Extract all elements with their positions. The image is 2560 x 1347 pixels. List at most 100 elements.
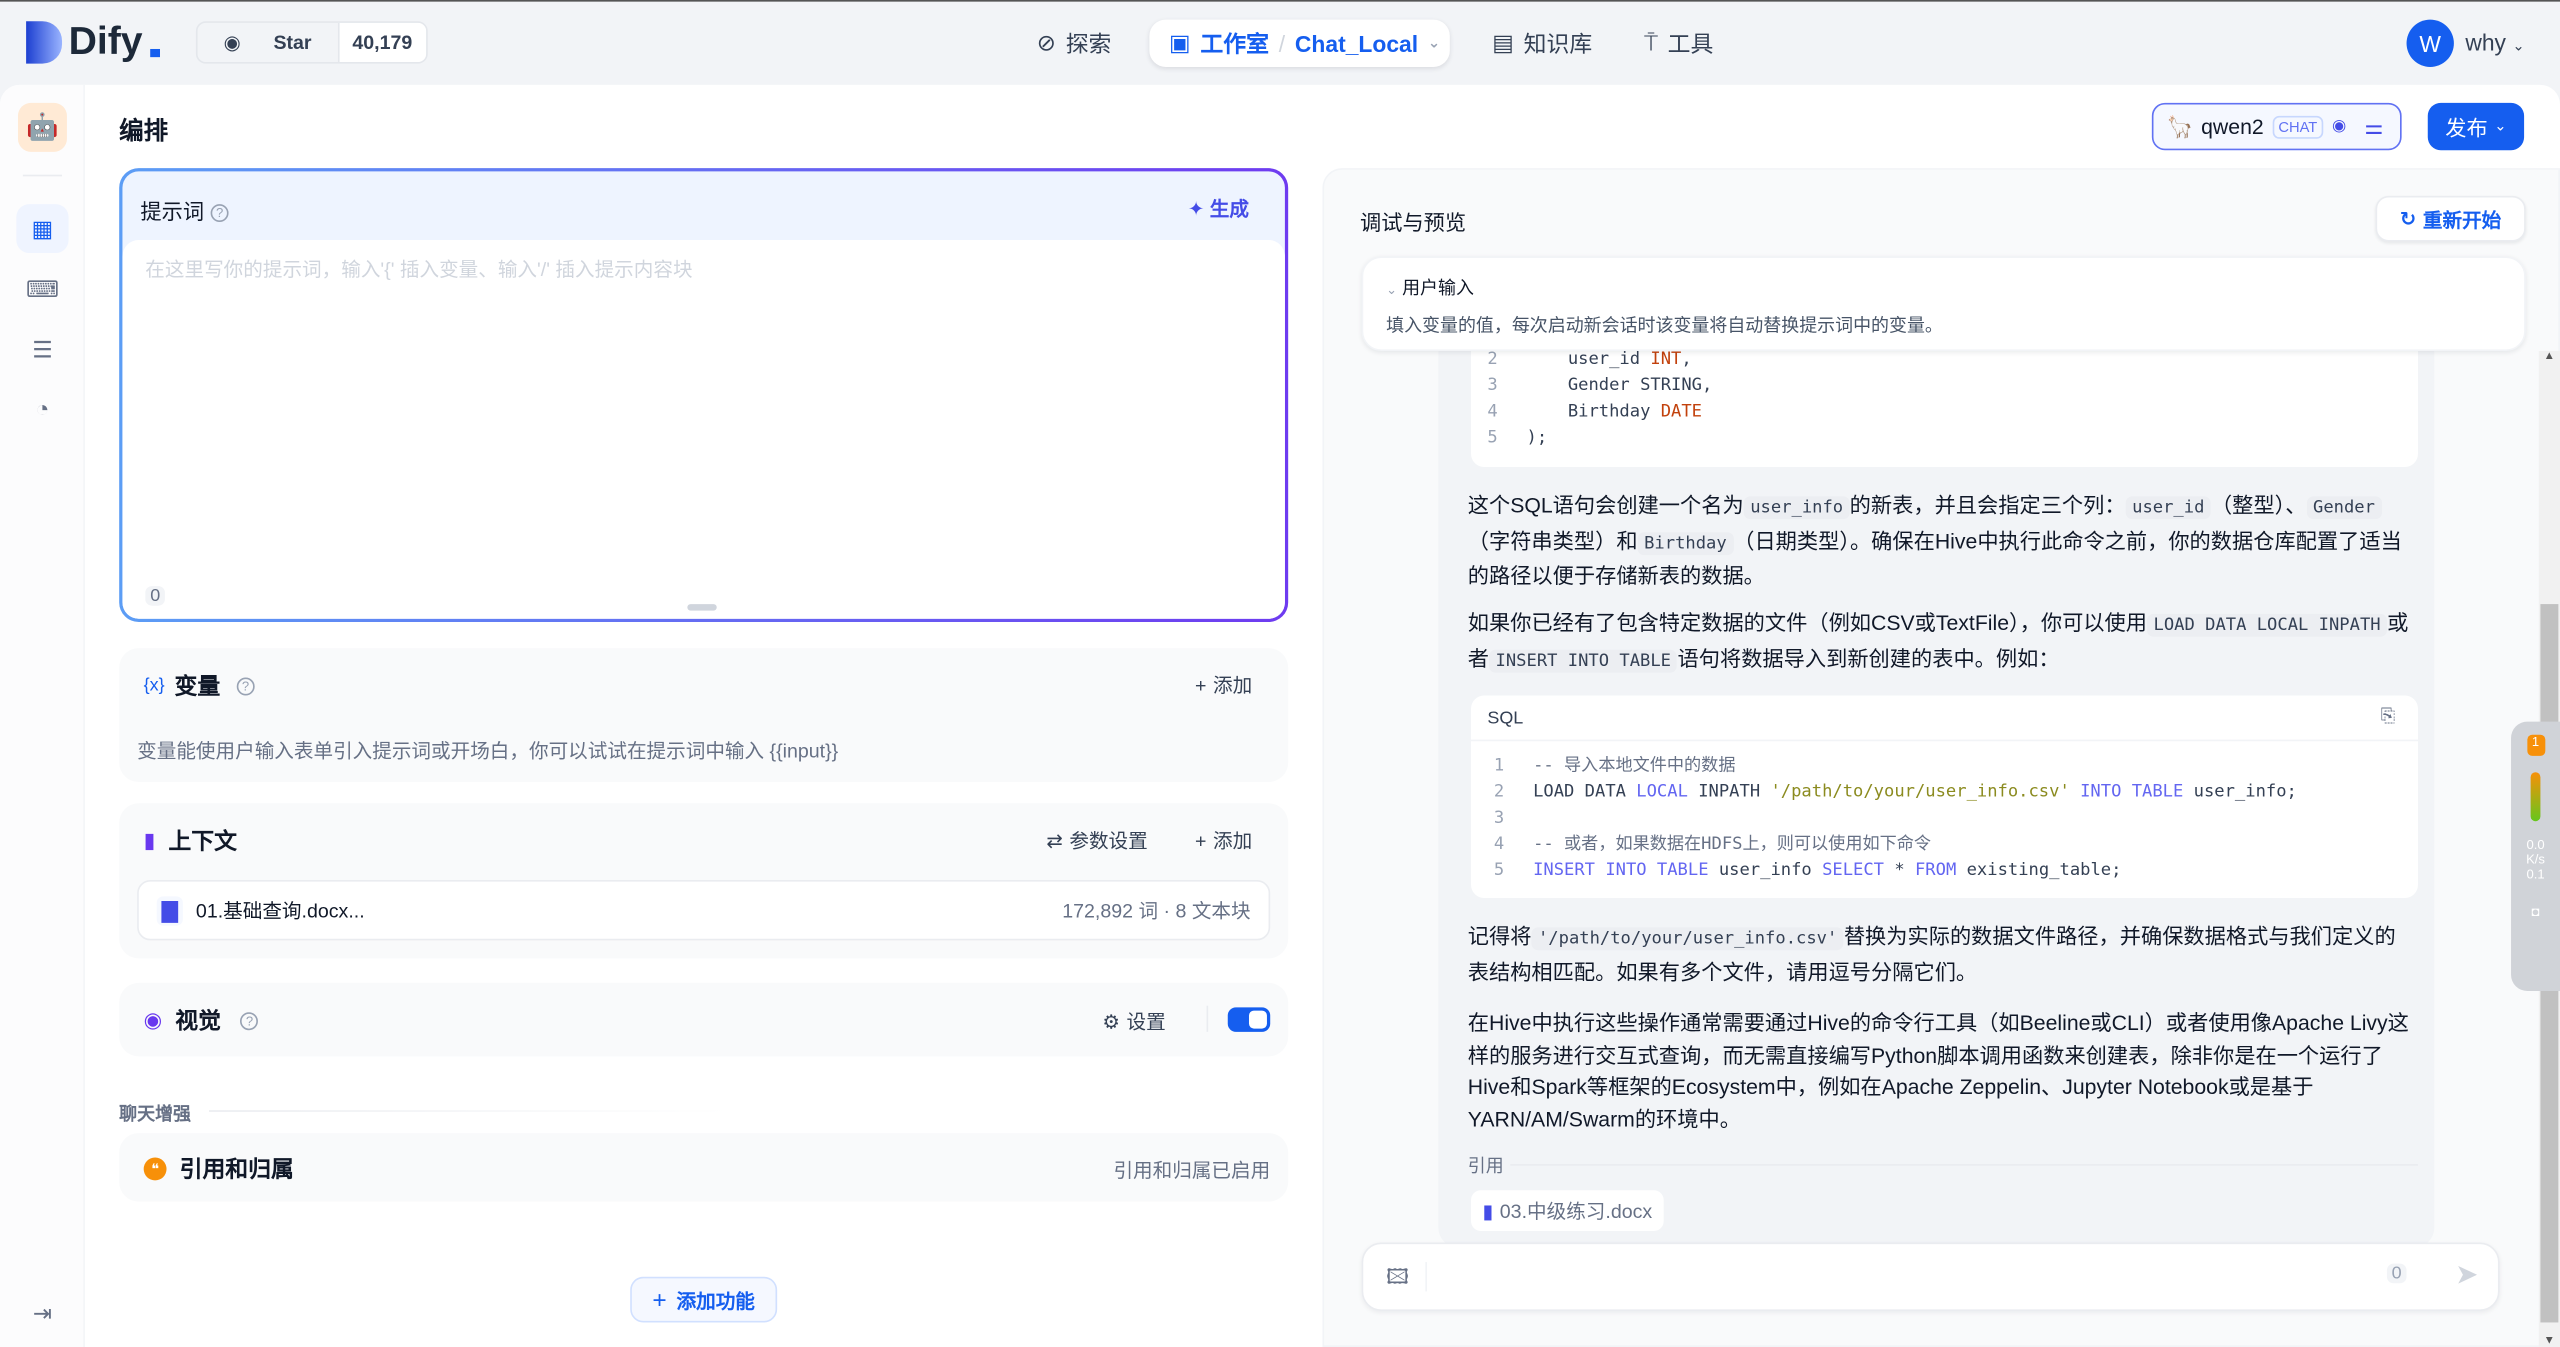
code-line: 1 -- 导入本地文件中的数据 [1494, 753, 2418, 779]
image-upload-icon[interactable]: 🖾 [1386, 1262, 1409, 1298]
dify-logo[interactable]: Dify [26, 20, 161, 66]
eye-icon: ◉ [2331, 117, 2347, 136]
mode-badge: CHAT [2271, 115, 2324, 138]
terminal-icon: ⌨ [25, 275, 59, 302]
assistant-message: 2 user_id INT, 3 Gender STRING, 4 Birthday… [1438, 333, 2435, 1248]
vision-toggle[interactable] [1227, 1007, 1271, 1032]
nav-studio[interactable]: ▣ 工作室 / Chat_Local ⌄ [1149, 19, 1450, 67]
nav-explore[interactable]: ⊘ 探索 [1037, 20, 1112, 67]
plus-icon: + [652, 1285, 667, 1314]
chevron-down-icon: ⌄ [2494, 117, 2507, 134]
prompt-editor: 提示词? ✦ 生成 在这里写你的提示词，输入'{' 插入变量、输入'/' 插入提… [119, 168, 1289, 623]
help-icon[interactable]: ? [240, 1011, 259, 1030]
book-icon: ▤ [1492, 29, 1514, 56]
document-icon: ▮ [143, 827, 156, 853]
dataset-item[interactable]: ▇ 01.基础查询.docx... 172,892 词 · 8 文本块 [137, 880, 1271, 941]
sidebar-item-api[interactable]: ⌨ [16, 264, 68, 313]
chevron-down-icon: ⌄ [2512, 37, 2525, 54]
citation-chip[interactable]: ▮ 03.中级练习.docx [1471, 1190, 1664, 1232]
message-paragraph: 这个SQL语句会创建一个名为 user_info 的新表，并且会指定三个列： user… [1467, 493, 2402, 588]
sliders-icon[interactable]: ⚌ [2364, 113, 2383, 139]
collapse-sidebar-button[interactable]: ⇥ [16, 1288, 68, 1337]
sidebar-item-logs[interactable]: ☰ [16, 325, 68, 374]
add-variable-button[interactable]: + 添加 [1195, 671, 1252, 699]
variables-card: {x} 变量? + 添加 变量能使用户输入表单引入提示词或开场白，你可以试试在提示词… [119, 648, 1289, 783]
prompt-textarea[interactable]: 在这里写你的提示词，输入'{' 插入变量、输入'/' 插入提示内容块 0 [122, 240, 1285, 619]
network-speed-widget[interactable]: 1 0.0 K/s 0.1 ◘ [2511, 721, 2560, 992]
resize-handle[interactable] [687, 604, 717, 611]
context-params-button[interactable]: ⇄ 参数设置 [1046, 826, 1147, 854]
line-number: 5 [1487, 427, 1498, 448]
help-icon[interactable]: ? [236, 676, 255, 695]
chevron-down-icon: ⌄ [1427, 34, 1441, 51]
code-line: 3 Gender STRING, [1487, 372, 2418, 398]
user-input-toggle[interactable]: ⌄ 用户输入 [1386, 274, 1474, 300]
sparkle-icon: ✦ [1187, 197, 1205, 221]
code-line: 5 INSERT INTO TABLE user_info SELECT * FR… [1494, 857, 2418, 883]
nav-tools[interactable]: ⍑ 工具 [1644, 20, 1713, 67]
citation-label: 引用 [1467, 1157, 1504, 1178]
sidebar-item-orchestrate[interactable]: ▦ [16, 204, 69, 254]
section-label: 聊天增强 [119, 1105, 192, 1125]
quote-icon: ❝ [143, 1157, 167, 1181]
github-star-button[interactable]: ◉ Star 40,179 [195, 21, 427, 64]
settings-icon: ⇄ [1046, 828, 1063, 852]
help-icon[interactable]: ? [210, 204, 229, 223]
nav-knowledge[interactable]: ▤ 知识库 [1492, 20, 1592, 67]
compass-icon: ⊘ [1036, 29, 1056, 56]
line-number: 3 [1487, 375, 1498, 396]
dashboard-icon: ◔ [35, 395, 50, 422]
eye-icon: ◉ [143, 1007, 163, 1032]
avatar[interactable]: W [2406, 19, 2454, 67]
publish-button[interactable]: 发布 ⌄ [2427, 102, 2525, 151]
add-feature-button[interactable]: + 添加功能 [630, 1276, 778, 1323]
gear-icon: ⚙ [1102, 1009, 1120, 1033]
send-icon[interactable]: ➤ [2455, 1259, 2478, 1292]
input-count: 0 [2386, 1263, 2407, 1284]
restart-button[interactable]: ↻ 重新开始 [2375, 195, 2526, 242]
line-number: 4 [1493, 834, 1505, 854]
vision-card: ◉ 视觉? ⚙ 设置 [119, 982, 1289, 1057]
expand-icon: ⇥ [32, 1298, 53, 1325]
line-number: 1 [1493, 755, 1505, 776]
shield-badge: 1 [2526, 734, 2545, 756]
camera-icon[interactable]: ◘ [2511, 904, 2560, 919]
context-card: ▮ 上下文 ⇄ 参数设置 + 添加 ▇ 01.基础查询.docx... 172,892… [119, 803, 1289, 959]
folder-icon: ▇ [156, 895, 183, 925]
divider [22, 174, 63, 177]
refresh-icon: ↻ [2399, 207, 2417, 231]
add-context-button[interactable]: + 添加 [1195, 826, 1252, 854]
hammer-icon: ⍑ [1644, 29, 1658, 56]
vision-settings-button[interactable]: ⚙ 设置 [1102, 1007, 1165, 1035]
divider [1510, 1164, 2418, 1166]
generate-button[interactable]: ✦ 生成 [1188, 194, 1249, 222]
sql-code-block: SQL ⎘ 1 -- 导入本地文件中的数据 2 LOAD DATA LOCAL INPA… [1471, 695, 2418, 898]
line-number: 4 [1487, 401, 1498, 422]
citation-card: ❝ 引用和归属 引用和归属已启用 [119, 1133, 1289, 1202]
model-selector[interactable]: 🦙 qwen2 CHAT ◉ ⚌ [2151, 102, 2402, 151]
line-number: 5 [1493, 860, 1505, 881]
file-list-icon: ☰ [32, 335, 53, 362]
plus-icon: + [1195, 673, 1207, 697]
variable-icon: {x} [143, 675, 165, 696]
message-paragraph: 在Hive中执行这些操作通常需要通过Hive的命令行工具（如Beeline或CL… [1467, 1010, 2409, 1131]
user-input-card: ⌄ 用户输入 填入变量的值，每次启动新会话时该变量将自动替换提示词中的变量。 [1361, 256, 2526, 352]
code-line: 4 -- 或者，如果数据在HDFS上，则可以使用如下命令 [1494, 831, 2418, 857]
debug-panel: 调试与预览 ↻ 重新开始 2 user_id INT, 3 Gender STRIN… [1322, 168, 2560, 1347]
line-number: 3 [1493, 808, 1505, 828]
app-icon[interactable]: 🤖 [17, 102, 67, 152]
star-count: 40,179 [337, 22, 426, 63]
github-icon: ◉ [223, 31, 241, 54]
message-paragraph: 记得将 '/path/to/your/user_info.csv' 替换为实际的数据… [1467, 924, 2396, 984]
sidebar-item-monitor[interactable]: ◔ [16, 384, 68, 433]
copy-icon[interactable]: ⎘ [2381, 707, 2395, 728]
llama-icon: 🦙 [2166, 113, 2193, 138]
user-menu[interactable]: why ⌄ [2465, 29, 2524, 55]
code-line: 5); [1487, 424, 2418, 450]
char-count: 0 [145, 586, 166, 606]
docx-icon: ▮ [1482, 1199, 1494, 1223]
robot-icon: ▣ [1168, 29, 1191, 56]
chat-input[interactable]: 🖾 0 ➤ [1361, 1242, 2500, 1312]
code-line: 3 [1494, 805, 2418, 831]
app-switcher[interactable]: Chat_Local [1295, 30, 1418, 56]
